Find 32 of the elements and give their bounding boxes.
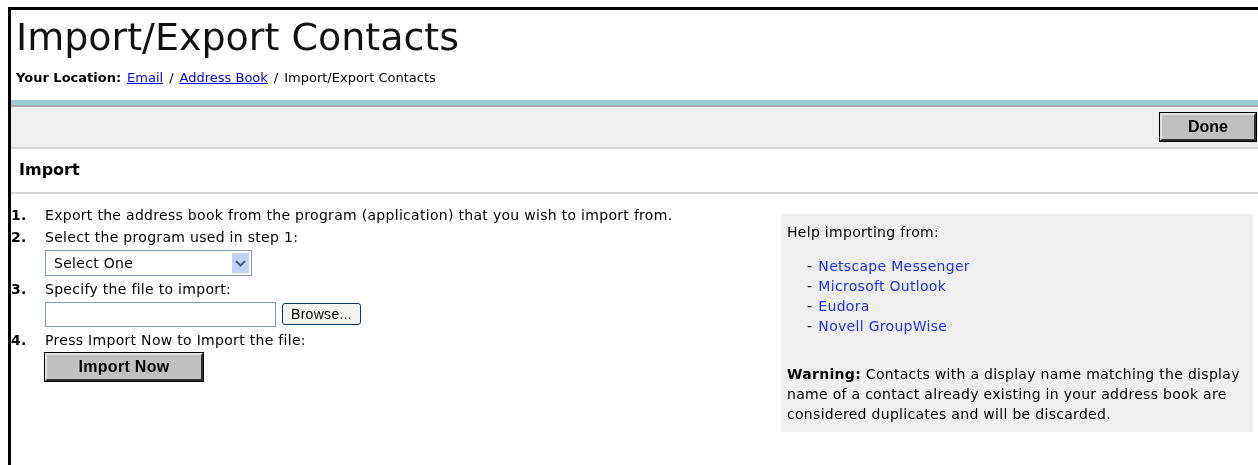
section-heading: Import — [19, 159, 80, 181]
step-number: 3. — [11, 279, 28, 299]
help-link[interactable]: Novell GroupWise — [818, 315, 948, 336]
file-path-field[interactable] — [45, 301, 276, 327]
breadcrumb-link[interactable]: Email — [127, 68, 164, 88]
step-text: Press Import Now to Import the file: — [45, 330, 307, 349]
program-select[interactable]: Select One — [45, 249, 252, 276]
list-dash: - — [807, 296, 813, 316]
breadcrumb-separator: / — [273, 69, 279, 87]
breadcrumb-current: Import/Export Contacts — [284, 69, 436, 87]
step-text: Specify the file to import: — [45, 279, 233, 298]
breadcrumb-separator: / — [169, 69, 174, 87]
done-button[interactable]: Done — [1160, 112, 1256, 141]
step-text: Select the program used in step 1: — [45, 227, 300, 246]
help-intro: Help importing from: — [787, 222, 940, 242]
breadcrumb-link[interactable]: Address Book — [179, 68, 268, 88]
help-link[interactable]: Eudora — [818, 295, 870, 316]
step-text: Export the address book from the program (application) that you wish to import from. — [45, 205, 674, 224]
step-number: 1. — [11, 205, 28, 224]
list-dash: - — [807, 276, 813, 296]
help-link[interactable]: Netscape Messenger — [818, 255, 970, 276]
chevron-down-icon — [232, 252, 249, 273]
breadcrumb-label: Your Location: — [16, 69, 122, 87]
list-dash: - — [807, 256, 813, 276]
step-number: 4. — [11, 330, 28, 350]
warning-text: Warning: Contacts with a display name matching the display name of a contact already existing in your address book are considered duplicates and will be discarded. — [787, 364, 1241, 424]
list-dash: - — [807, 316, 813, 336]
browse-button[interactable]: Browse... — [282, 303, 362, 325]
page-title: Import/Export Contacts — [15, 14, 461, 56]
import-now-button[interactable]: Import Now — [45, 352, 203, 381]
step-number: 2. — [11, 227, 28, 247]
help-link[interactable]: Microsoft Outlook — [818, 275, 947, 296]
